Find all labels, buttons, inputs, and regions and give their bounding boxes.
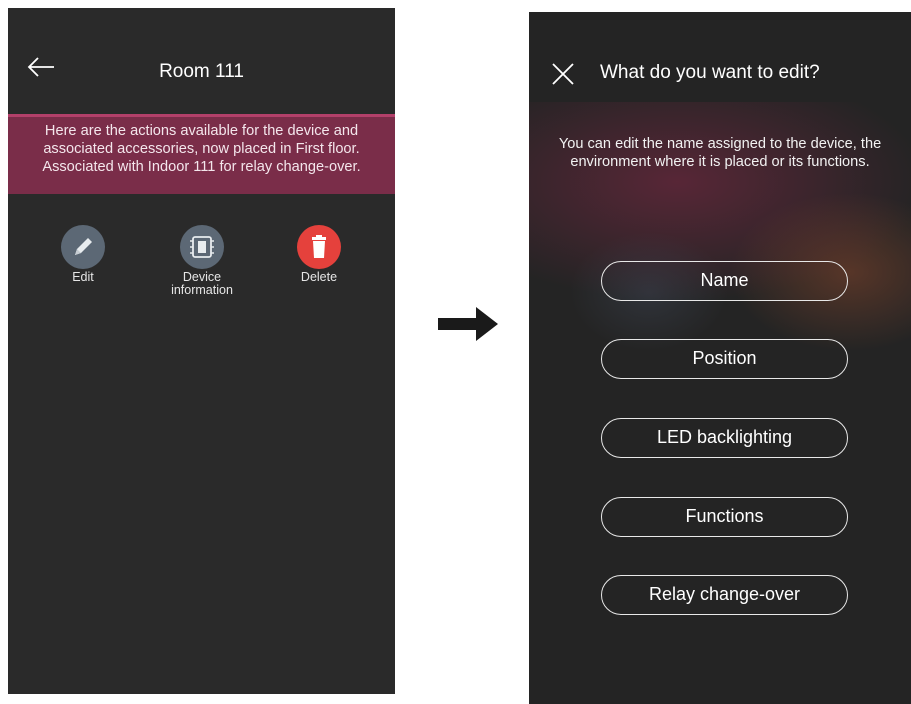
edit-label: Edit [72, 270, 94, 284]
info-banner-text: Here are the actions available for the d… [42, 123, 361, 175]
page-title: Room 111 [159, 61, 244, 82]
page-title: What do you want to edit? [600, 62, 820, 83]
edit-options-screen: What do you want to edit? You can edit t… [529, 12, 911, 704]
edit-action[interactable]: Edit [38, 225, 128, 284]
position-button[interactable]: Position [601, 339, 848, 379]
device-chip-icon [190, 236, 214, 258]
pencil-icon [75, 238, 92, 255]
room-actions-screen: Room 111 Here are the actions available … [8, 8, 395, 694]
header: Room 111 [8, 8, 395, 118]
info-banner: Here are the actions available for the d… [8, 114, 395, 194]
led-backlighting-button[interactable]: LED backlighting [601, 418, 848, 458]
transition-arrow-icon [438, 307, 498, 341]
description-text: You can edit the name assigned to the de… [558, 136, 882, 170]
device-information-button[interactable] [180, 225, 224, 269]
functions-button[interactable]: Functions [601, 497, 848, 537]
delete-button[interactable] [297, 225, 341, 269]
trash-icon [312, 235, 326, 258]
edit-button[interactable] [61, 225, 105, 269]
device-information-action[interactable]: Device information [157, 225, 247, 297]
name-button[interactable]: Name [601, 261, 848, 301]
close-icon[interactable] [551, 62, 575, 86]
device-information-label: Device information [171, 270, 233, 297]
relay-change-over-button[interactable]: Relay change-over [601, 575, 848, 615]
delete-action[interactable]: Delete [274, 225, 364, 284]
delete-label: Delete [300, 270, 338, 284]
